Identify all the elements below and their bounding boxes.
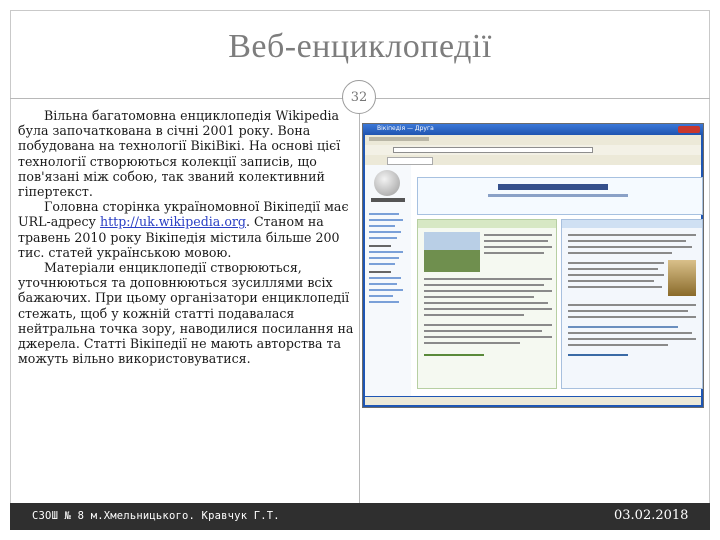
welcome-box [417, 177, 703, 215]
browser-status-bar [365, 397, 701, 405]
featured-photo [424, 232, 480, 272]
slide-title: Веб-енциклопедії [228, 28, 492, 65]
wikipedia-page [365, 165, 703, 396]
footer-date: 03.02.2018 [614, 508, 689, 523]
wikipedia-globe-icon [374, 170, 400, 196]
paragraph-1: Вільна багатомовна енциклопедія Wikipedi… [18, 108, 358, 199]
browser-title-bar: Вікіпедія — Друга [363, 124, 703, 135]
browser-menu-bar [365, 135, 701, 145]
paragraph-1-text: Вільна багатомовна енциклопедія Wikipedi… [18, 108, 341, 200]
wikipedia-main-area [413, 165, 703, 396]
wikipedia-url-link[interactable]: http://uk.wikipedia.org [100, 214, 246, 229]
column-divider [359, 99, 360, 503]
browser-tab-strip [365, 155, 701, 165]
browser-window-title: Вікіпедія — Друга [377, 125, 434, 132]
paragraph-3: Матеріали енциклопедії створюються, уточ… [18, 260, 358, 366]
footer-author: СЗОШ № 8 м.Хмельницького. Кравчук Г.Т. [32, 510, 280, 522]
news-photo [668, 260, 696, 296]
window-controls-icon [678, 126, 700, 133]
wikipedia-screenshot-image: Вікіпедія — Друга [362, 123, 704, 408]
paragraph-3-text: Матеріали енциклопедії створюються, уточ… [18, 260, 354, 367]
news-box [561, 219, 703, 389]
paragraph-2: Головна сторінка україномовної Вікіпедії… [18, 199, 358, 260]
featured-article-box [417, 219, 557, 389]
slide-body-text: Вільна багатомовна енциклопедія Wikipedi… [18, 108, 358, 366]
wikipedia-logo-text [371, 198, 405, 202]
wikipedia-sidebar [365, 165, 411, 396]
